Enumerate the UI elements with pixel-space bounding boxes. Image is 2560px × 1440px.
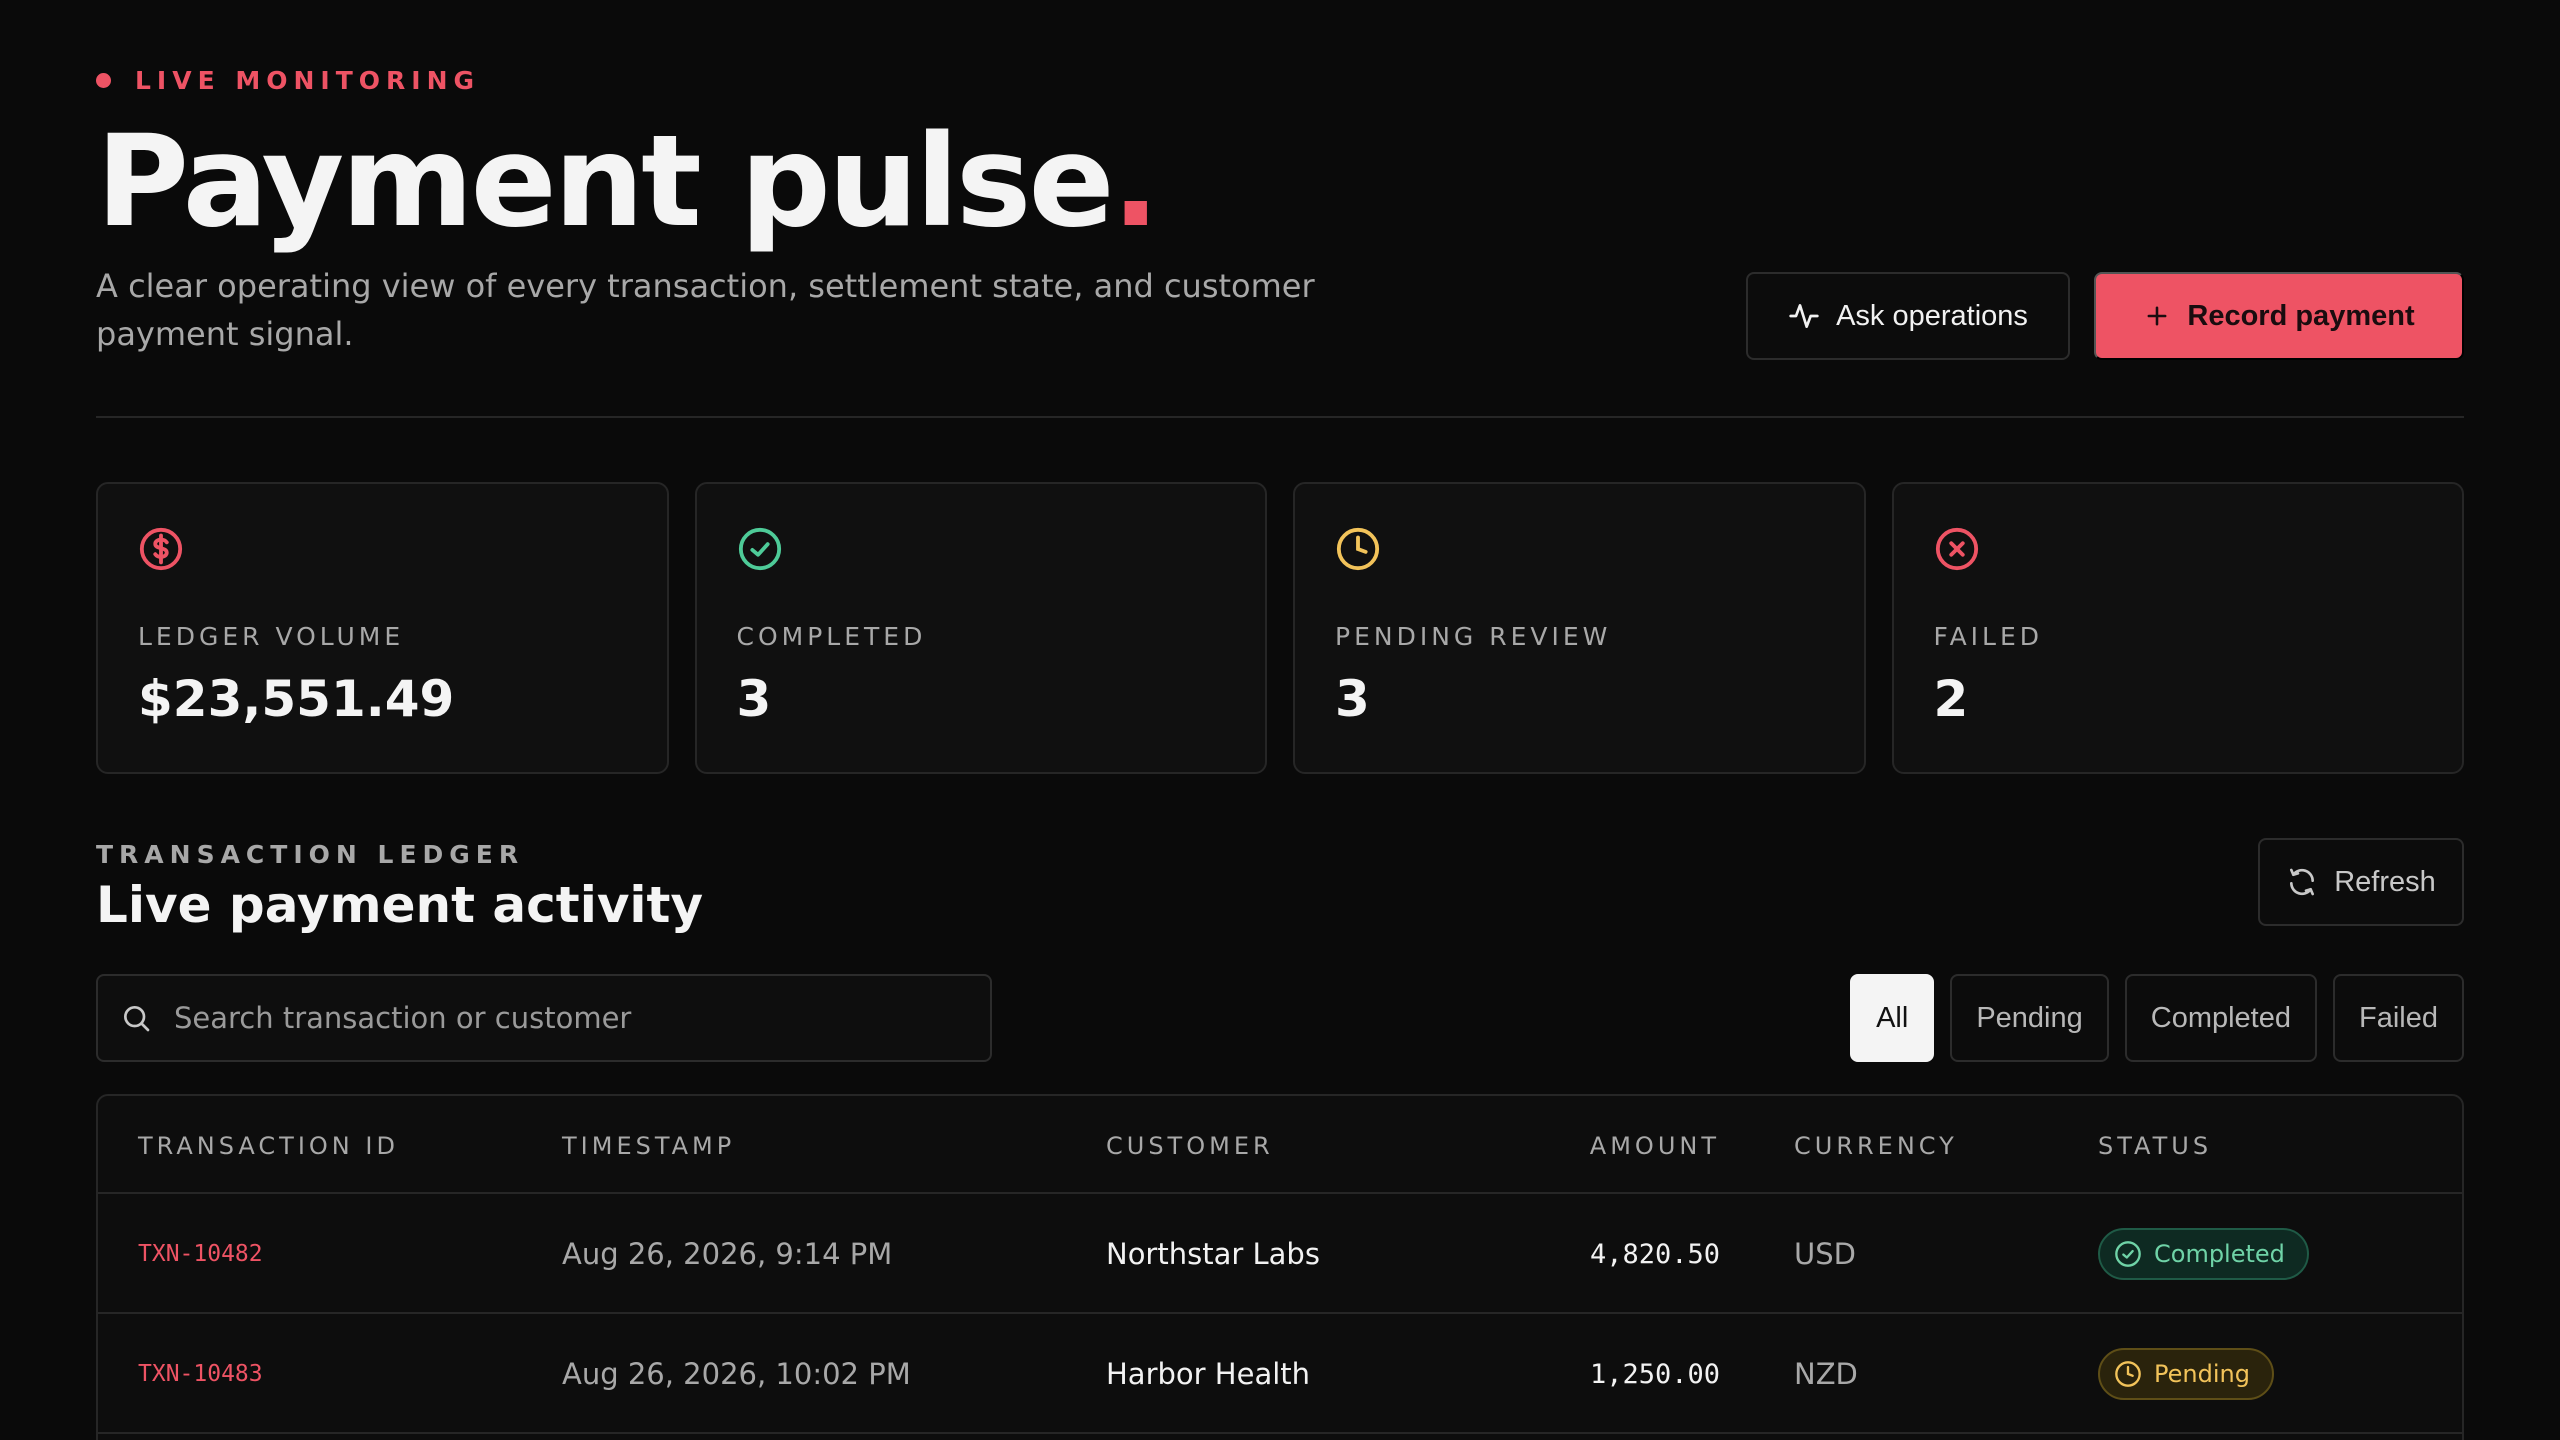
ledger-title: Live payment activity [96,876,704,934]
activity-icon [1789,304,1819,328]
page-title: Payment pulse. [96,106,1160,256]
transaction-timestamp: Aug 26, 2026, 10:02 PM [562,1357,911,1391]
filter-all[interactable]: All [1850,974,1935,1062]
table-row[interactable]: TXN-10482 Aug 26, 2026, 9:14 PM Northsta… [98,1194,2462,1314]
stat-value: $23,551.49 [138,670,455,728]
live-label: LIVE MONITORING [135,66,481,95]
payment-dashboard: LIVE MONITORING Payment pulse. A clear o… [96,0,2464,1440]
search-icon [123,1006,150,1032]
column-header-transaction-id[interactable]: TRANSACTION ID [138,1132,399,1160]
stat-value: 3 [736,670,772,728]
record-payment-button[interactable]: Record payment [2094,272,2464,360]
stat-label: COMPLETED [736,622,927,651]
filter-failed[interactable]: Failed [2333,974,2464,1062]
live-monitoring-tag: LIVE MONITORING [96,66,480,95]
stat-card-failed: FAILED 2 [1891,482,2464,774]
stat-value: 2 [1933,670,1969,728]
check-circle-icon [738,527,781,571]
transaction-status-cell: Pending [2098,1314,2274,1434]
search-box [96,974,992,1062]
transaction-customer: Harbor Health [1106,1357,1311,1391]
table-header: TRANSACTION ID TIMESTAMP CUSTOMER AMOUNT… [98,1096,2462,1194]
x-circle-icon [1935,527,1978,571]
transaction-id[interactable]: TXN-10483 [138,1314,263,1434]
page-subtitle: A clear operating view of every transact… [96,267,1315,353]
transaction-customer: Northstar Labs [1106,1237,1320,1271]
plus-icon [2147,306,2167,326]
clock-icon [1336,527,1380,571]
ask-operations-label: Ask operations [1836,299,2028,332]
check-circle-icon [2115,1241,2141,1267]
column-header-amount[interactable]: AMOUNT [1590,1132,1720,1160]
refresh-icon [2290,868,2315,896]
table-row[interactable]: TXN-10483 Aug 26, 2026, 10:02 PM Harbor … [98,1314,2462,1434]
clock-icon [2115,1361,2141,1387]
transaction-amount: 4,820.50 [1589,1238,1720,1270]
page-title-accent: . [1111,107,1160,255]
stats-row: LEDGER VOLUME $23,551.49 COMPLETED 3 PEN… [96,482,2464,774]
column-header-status[interactable]: STATUS [2098,1132,2212,1160]
transaction-currency: USD [1794,1237,1856,1271]
transaction-amount: 1,250.00 [1589,1358,1720,1390]
status-badge-label: Pending [2154,1360,2250,1388]
column-header-timestamp[interactable]: TIMESTAMP [562,1132,735,1160]
ask-operations-button[interactable]: Ask operations [1746,272,2070,360]
record-payment-label: Record payment [2187,299,2415,332]
filter-pending[interactable]: Pending [1950,974,2109,1062]
stat-label: PENDING REVIEW [1335,622,1612,651]
stat-card-pending-review: PENDING REVIEW 3 [1293,482,1866,774]
header-divider [96,416,2464,418]
ledger-eyebrow: TRANSACTION LEDGER [96,840,525,869]
transaction-timestamp: Aug 26, 2026, 9:14 PM [562,1237,893,1271]
column-header-customer[interactable]: CUSTOMER [1106,1132,1274,1160]
dollar-circle-icon [139,527,183,571]
column-header-currency[interactable]: CURRENCY [1794,1132,1958,1160]
page-title-text: Payment pulse [96,107,1115,255]
search-input[interactable] [174,1001,954,1035]
stat-card-completed: COMPLETED 3 [694,482,1267,774]
status-badge: Pending [2098,1348,2274,1400]
filter-completed[interactable]: Completed [2124,974,2317,1062]
refresh-label: Refresh [2334,865,2436,898]
status-badge-label: Completed [2154,1240,2285,1268]
stat-label: FAILED [1933,622,2044,651]
stat-card-ledger-volume: LEDGER VOLUME $23,551.49 [96,482,669,774]
transaction-id[interactable]: TXN-10482 [138,1194,263,1314]
transaction-currency: NZD [1794,1357,1858,1391]
stat-value: 3 [1335,670,1370,728]
status-filter-group: All Pending Completed Failed [1850,974,2464,1062]
live-dot-icon [96,73,111,88]
stat-label: LEDGER VOLUME [138,622,405,651]
transaction-status-cell: Completed [2098,1194,2309,1314]
refresh-button[interactable]: Refresh [2258,838,2464,926]
transaction-table: TRANSACTION ID TIMESTAMP CUSTOMER AMOUNT… [96,1094,2464,1440]
status-badge: Completed [2098,1228,2309,1280]
